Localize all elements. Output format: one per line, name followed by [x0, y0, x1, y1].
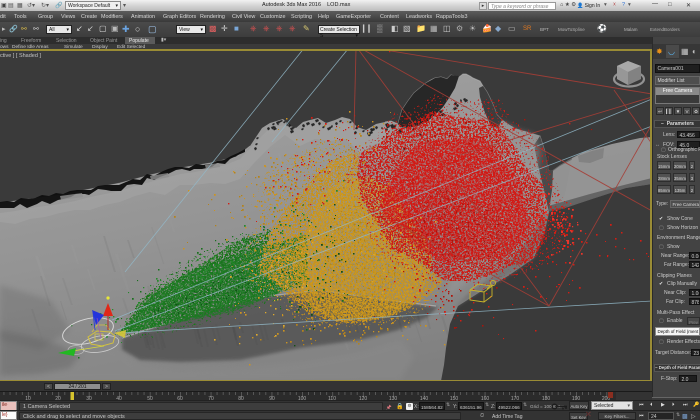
svg-text:ctive ] [ Shaded ]: ctive ] [ Shaded ] — [0, 53, 41, 59]
